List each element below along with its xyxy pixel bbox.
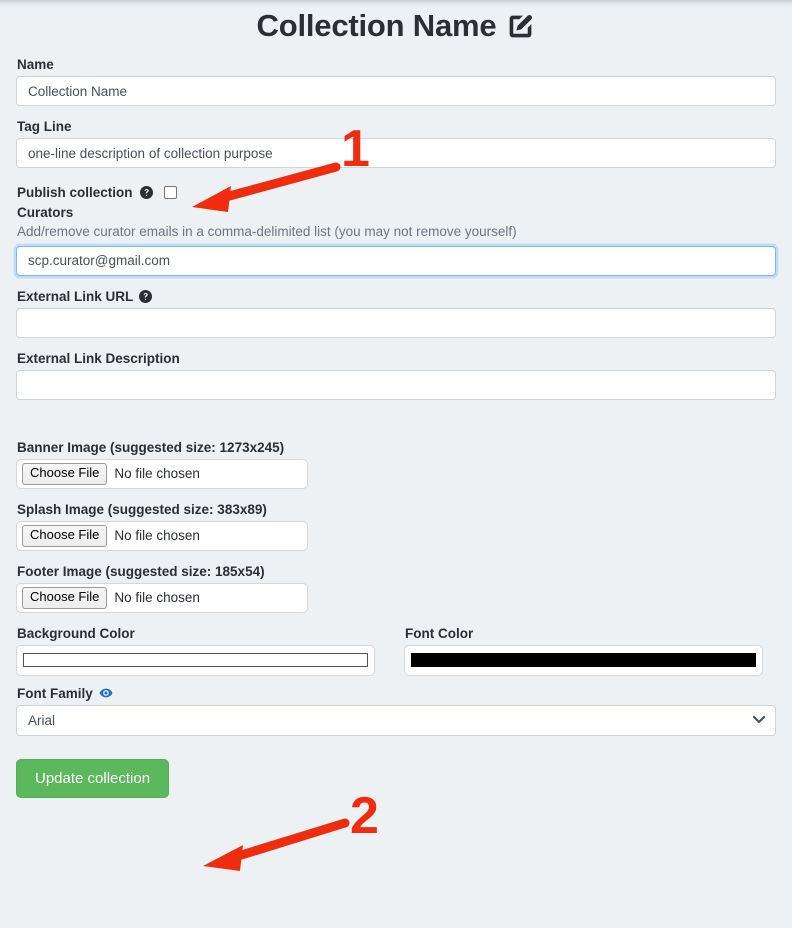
font-family-label-row: Font Family: [17, 686, 776, 701]
publish-collection-label: Publish collection: [17, 184, 133, 200]
field-group-publish-collection: Publish collection: [17, 181, 776, 203]
eye-icon[interactable]: [99, 686, 113, 700]
color-fields-row: Background Color Font Color: [16, 626, 776, 676]
external-link-url-input[interactable]: [16, 307, 776, 338]
footer-image-file-input[interactable]: Choose File No file chosen: [16, 582, 308, 613]
font-color-label: Font Color: [405, 625, 474, 641]
field-group-background-color: Background Color: [16, 626, 375, 676]
font-family-label: Font Family: [17, 685, 93, 701]
external-link-description-label: External Link Description: [17, 350, 180, 366]
background-color-swatch: [23, 653, 368, 668]
field-group-font-color: Font Color: [404, 626, 763, 676]
page-title: Collection Name: [16, 0, 776, 41]
splash-image-file-input[interactable]: Choose File No file chosen: [16, 520, 308, 551]
field-group-font-family: Font Family Arial: [16, 686, 776, 736]
curators-help-text: Add/remove curator emails in a comma-del…: [17, 224, 517, 239]
external-link-url-label-row: External Link URL: [17, 289, 776, 304]
banner-image-file-status: No file chosen: [114, 466, 200, 482]
banner-image-label: Banner Image (suggested size: 1273x245): [17, 439, 285, 455]
background-color-picker[interactable]: [16, 644, 375, 676]
external-link-url-label: External Link URL: [17, 288, 134, 304]
splash-image-file-status: No file chosen: [114, 528, 200, 544]
footer-image-file-status: No file chosen: [114, 590, 200, 606]
external-link-description-input[interactable]: [16, 369, 776, 400]
tag-line-label: Tag Line: [17, 119, 72, 134]
banner-image-file-input[interactable]: Choose File No file chosen: [16, 458, 308, 489]
footer-image-choose-file-button[interactable]: Choose File: [22, 587, 108, 609]
font-family-select-wrap: Arial: [16, 704, 776, 736]
question-circle-icon[interactable]: [139, 289, 153, 303]
name-label: Name: [17, 57, 54, 72]
field-group-splash-image: Splash Image (suggested size: 383x89) Ch…: [16, 502, 776, 551]
pencil-square-icon[interactable]: [506, 12, 535, 41]
curators-label: Curators: [17, 205, 74, 220]
collection-settings-form: Collection Name Name Tag Line Publish co…: [0, 0, 792, 799]
field-group-external-link-url: External Link URL: [16, 289, 776, 338]
footer-image-label: Footer Image (suggested size: 185x54): [17, 563, 265, 579]
font-family-select[interactable]: Arial: [16, 704, 776, 736]
curators-input[interactable]: [16, 245, 776, 276]
banner-image-choose-file-button[interactable]: Choose File: [22, 463, 108, 485]
update-collection-button[interactable]: Update collection: [16, 758, 170, 799]
field-group-name: Name: [16, 57, 776, 106]
annotation-arrow-2: [203, 818, 350, 871]
font-color-picker[interactable]: [404, 644, 763, 676]
field-group-curators: Curators Add/remove curator emails in a …: [16, 205, 776, 276]
font-color-swatch: [411, 653, 756, 668]
tag-line-input[interactable]: [16, 138, 776, 168]
page-title-text: Collection Name: [256, 8, 497, 43]
splash-image-label: Splash Image (suggested size: 383x89): [17, 501, 267, 517]
field-group-footer-image: Footer Image (suggested size: 185x54) Ch…: [16, 564, 776, 613]
field-group-external-link-description: External Link Description: [16, 351, 776, 400]
field-group-banner-image: Banner Image (suggested size: 1273x245) …: [16, 440, 776, 489]
splash-image-choose-file-button[interactable]: Choose File: [22, 525, 108, 547]
question-circle-icon[interactable]: [139, 185, 153, 199]
publish-collection-checkbox[interactable]: [163, 185, 177, 199]
name-input[interactable]: [16, 76, 776, 106]
field-group-tag-line: Tag Line: [16, 119, 776, 168]
background-color-label: Background Color: [17, 625, 135, 641]
